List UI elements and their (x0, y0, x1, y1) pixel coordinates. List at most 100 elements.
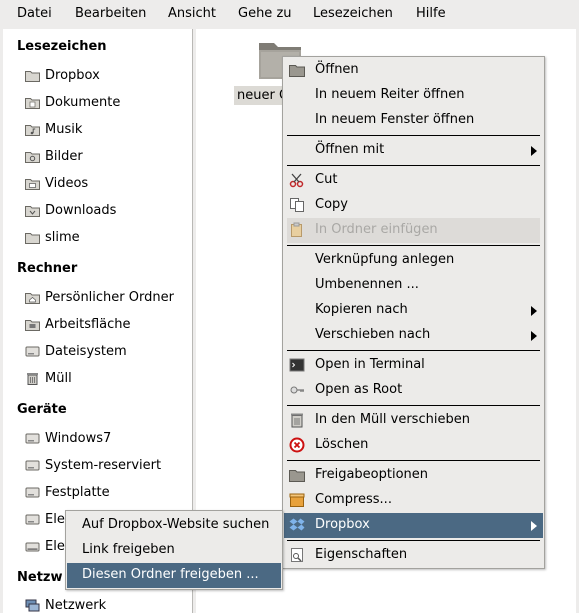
sidebar-item-system-reserviert[interactable]: System-reserviert (23, 456, 191, 476)
trash-icon (291, 413, 303, 428)
sidebar-item-label: Arbeitsfläche (45, 317, 131, 332)
ctx-verschieben-nach[interactable]: Verschieben nach (283, 323, 544, 348)
sidebar-item-label: Müll (45, 371, 72, 386)
sidebar-item-label: System-reserviert (45, 458, 162, 473)
archive-icon (289, 493, 305, 507)
sidebar-item-label: Ele (45, 512, 65, 527)
ctx-kopieren-nach[interactable]: Kopieren nach (283, 298, 544, 323)
sidebar-item-netzwerk[interactable]: Netzwerk (23, 596, 191, 613)
ctx-label: Verschieben nach (315, 327, 431, 342)
sidebar-item-arbeitsflaeche[interactable]: Arbeitsfläche (23, 315, 191, 335)
ctx-label: Kopieren nach (315, 302, 408, 317)
sidebar-section-lesezeichen: Lesezeichen (17, 39, 107, 54)
ctx-open-as-root[interactable]: Open as Root (283, 378, 544, 403)
sidebar-item-label: Persönlicher Ordner (45, 290, 174, 305)
menubar: Datei Bearbeiten Ansicht Gehe zu Lesezei… (0, 0, 579, 29)
sidebar-item-label: Dokumente (45, 95, 121, 110)
documents-folder-icon (25, 98, 40, 109)
sidebar-item-label: Festplatte (45, 485, 110, 500)
sidebar-item-label: Bilder (45, 149, 83, 164)
separator (287, 245, 540, 246)
folder-icon (25, 71, 40, 82)
submenu-arrow-icon (531, 331, 537, 341)
submenu-link-freigeben[interactable]: Link freigeben (66, 538, 282, 563)
harddisk-icon (25, 346, 40, 357)
ctx-verknuepfung[interactable]: Verknüpfung anlegen (283, 248, 544, 273)
menu-lesezeichen[interactable]: Lesezeichen (313, 6, 393, 22)
sidebar-item-label: slime (45, 230, 80, 245)
ctx-oeffnen-mit[interactable]: Öffnen mit (283, 138, 544, 163)
separator (287, 135, 540, 136)
menu-hilfe[interactable]: Hilfe (416, 6, 446, 22)
ctx-dropbox[interactable]: Dropbox (284, 513, 543, 538)
ctx-open-terminal[interactable]: Open in Terminal (283, 353, 544, 378)
submenu-arrow-icon (531, 521, 537, 531)
paste-icon (291, 222, 302, 237)
dropbox-icon (289, 518, 305, 531)
ctx-label: In den Müll verschieben (315, 412, 470, 427)
submenu-label: Link freigeben (82, 542, 175, 557)
ctx-label: Öffnen mit (315, 142, 385, 157)
submenu-ordner-freigeben[interactable]: Diesen Ordner freigeben ... (67, 563, 281, 588)
folder-icon (289, 65, 305, 77)
pictures-folder-icon (25, 152, 40, 163)
sidebar-item-dokumente[interactable]: Dokumente (23, 93, 191, 113)
trash-icon (27, 373, 38, 385)
sidebar-item-label: Netzwerk (45, 598, 107, 613)
separator (287, 165, 540, 166)
submenu-label: Diesen Ordner freigeben ... (82, 567, 259, 582)
sidebar-item-slime[interactable]: slime (23, 228, 191, 248)
ctx-label: In neuem Reiter öffnen (315, 87, 465, 102)
ctx-umbenennen[interactable]: Umbenennen ... (283, 273, 544, 298)
sidebar-item-label: Windows7 (45, 431, 112, 446)
sidebar-item-festplatte[interactable]: Festplatte (23, 483, 191, 503)
ctx-cut[interactable]: Cut (283, 168, 544, 193)
usb-drive-icon (25, 542, 40, 552)
home-folder-icon (25, 293, 40, 304)
sidebar-item-muell[interactable]: Müll (23, 369, 191, 389)
sidebar-item-label: Musik (45, 122, 83, 137)
sidebar-item-downloads[interactable]: Downloads (23, 201, 191, 221)
ctx-eigenschaften[interactable]: Eigenschaften (283, 543, 544, 568)
sidebar-item-videos[interactable]: Videos (23, 174, 191, 194)
menu-datei[interactable]: Datei (17, 6, 52, 22)
network-icon (25, 599, 40, 612)
submenu-arrow-icon (531, 306, 537, 316)
ctx-compress[interactable]: Compress... (283, 488, 544, 513)
ctx-label: Freigabeoptionen (315, 467, 429, 482)
context-menu: Öffnen In neuem Reiter öffnen In neuem F… (282, 56, 545, 569)
ctx-freigabeoptionen[interactable]: Freigabeoptionen (283, 463, 544, 488)
ctx-muell[interactable]: In den Müll verschieben (283, 408, 544, 433)
menu-ansicht[interactable]: Ansicht (168, 6, 216, 22)
ctx-loeschen[interactable]: Löschen (283, 433, 544, 458)
sidebar-item-windows7[interactable]: Windows7 (23, 429, 191, 449)
ctx-label: Compress... (315, 492, 392, 507)
drive-icon (25, 460, 40, 471)
videos-folder-icon (25, 179, 40, 190)
folder-name-label[interactable]: neuer O (234, 86, 286, 105)
ctx-oeffnen[interactable]: Öffnen (283, 58, 544, 83)
separator (287, 405, 540, 406)
sidebar-item-musik[interactable]: Musik (23, 120, 191, 140)
share-folder-icon (289, 470, 305, 482)
sidebar-item-persoenlicher-ordner[interactable]: Persönlicher Ordner (23, 288, 191, 308)
sidebar-section-rechner: Rechner (17, 261, 78, 276)
ctx-label: Eigenschaften (315, 547, 408, 562)
menu-gehe-zu[interactable]: Gehe zu (238, 6, 292, 22)
sidebar-item-bilder[interactable]: Bilder (23, 147, 191, 167)
sidebar-item-dateisystem[interactable]: Dateisystem (23, 342, 191, 362)
submenu-website-suchen[interactable]: Auf Dropbox-Website suchen (66, 513, 282, 538)
ctx-copy[interactable]: Copy (283, 193, 544, 218)
menu-bearbeiten[interactable]: Bearbeiten (75, 6, 146, 22)
properties-icon (291, 548, 303, 562)
sidebar-item-dropbox[interactable]: Dropbox (23, 66, 191, 86)
ctx-label: In Ordner einfügen (315, 222, 438, 237)
delete-icon (289, 437, 305, 453)
ctx-neues-fenster[interactable]: In neuem Fenster öffnen (283, 108, 544, 133)
scissors-icon (289, 173, 304, 188)
sidebar-section-netzwerk: Netzw (17, 570, 63, 585)
ctx-label: Öffnen (315, 62, 359, 77)
folder-icon (25, 233, 40, 244)
ctx-neuer-reiter[interactable]: In neuem Reiter öffnen (283, 83, 544, 108)
sidebar-item-label: Dropbox (45, 68, 100, 83)
